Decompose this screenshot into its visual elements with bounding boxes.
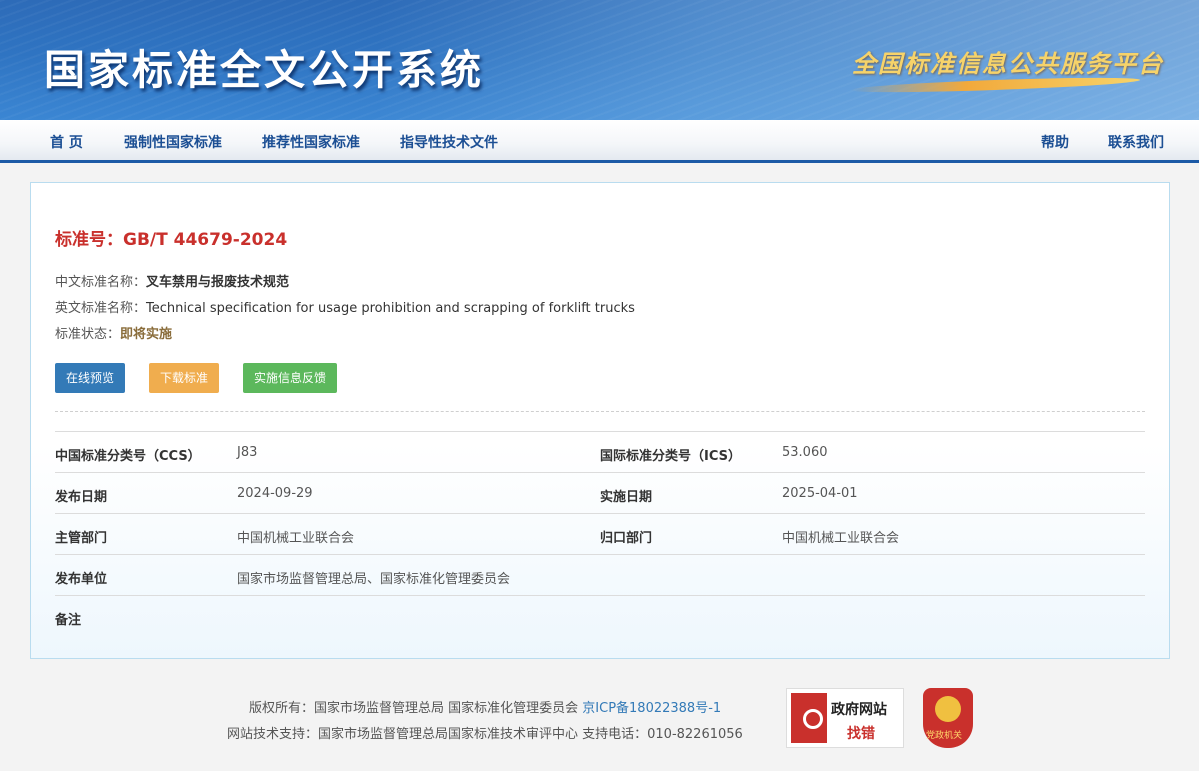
- section-divider: [55, 411, 1145, 412]
- footer-copyright: 版权所有：国家市场监督管理总局 国家标准化管理委员会 京ICP备18022388…: [249, 697, 721, 716]
- issuer-value: 国家市场监督管理总局、国家标准化管理委员会: [237, 572, 511, 587]
- platform-title[interactable]: 全国标准信息公共服务平台: [852, 44, 1164, 79]
- party-government-badge[interactable]: 党政机关: [923, 688, 973, 748]
- implementation-date-value: 2025-04-01: [782, 486, 858, 501]
- competent-dept-value: 中国机械工业联合会: [237, 531, 355, 546]
- nav-guidance-documents[interactable]: 指导性技术文件: [400, 132, 498, 152]
- status-label: 标准状态：: [55, 327, 121, 342]
- icp-link[interactable]: 京ICP备18022388号-1: [582, 701, 721, 716]
- publish-date-value: 2024-09-29: [237, 486, 313, 501]
- nav-help[interactable]: 帮助: [1041, 132, 1069, 152]
- copyright-text: 版权所有：国家市场监督管理总局 国家标准化管理委员会: [249, 701, 579, 716]
- ics-label: 国际标准分类号（ICS）: [600, 449, 741, 464]
- gov-badge-title: 政府网站: [831, 702, 887, 718]
- nav-mandatory-standards[interactable]: 强制性国家标准: [124, 132, 222, 152]
- ccs-value: J83: [237, 445, 258, 460]
- site-title: 国家标准全文公开系统: [44, 46, 484, 94]
- issuer-label: 发布单位: [55, 572, 108, 587]
- implementation-feedback-button[interactable]: 实施信息反馈: [243, 363, 338, 393]
- footer-support: 网站技术支持：国家市场监督管理总局国家标准技术审评中心 支持电话：010-822…: [227, 727, 743, 742]
- detail-table: 中国标准分类号（CCS） J83 国际标准分类号（ICS） 53.060 发布日…: [55, 431, 1145, 636]
- magnifier-icon: [791, 693, 827, 743]
- cn-name-value: 叉车禁用与报废技术规范: [146, 275, 290, 290]
- cn-name-label: 中文标准名称：: [55, 275, 147, 290]
- emblem-icon: [935, 696, 961, 722]
- status-line: 标准状态：即将实施: [55, 323, 172, 342]
- cn-name-line: 中文标准名称：叉车禁用与报废技术规范: [55, 271, 289, 290]
- ccs-label: 中国标准分类号（CCS）: [55, 449, 201, 464]
- standard-number-heading: 标准号：GB/T 44679-2024: [55, 225, 287, 250]
- download-standard-button[interactable]: 下载标准: [149, 363, 220, 393]
- table-row: 备注: [55, 596, 1145, 636]
- standard-number-label: 标准号：: [55, 230, 123, 250]
- competent-dept-label: 主管部门: [55, 531, 108, 546]
- publish-date-label: 发布日期: [55, 490, 108, 505]
- centralized-dept-label: 归口部门: [600, 531, 653, 546]
- party-badge-label: 党政机关: [926, 731, 963, 741]
- table-row: 中国标准分类号（CCS） J83 国际标准分类号（ICS） 53.060: [55, 432, 1145, 473]
- main-nav: 首 页 强制性国家标准 推荐性国家标准 指导性技术文件 帮助 联系我们: [0, 120, 1199, 163]
- online-preview-button[interactable]: 在线预览: [55, 363, 126, 393]
- status-value: 即将实施: [120, 327, 173, 342]
- en-name-line: 英文标准名称：Technical specification for usage…: [55, 297, 635, 316]
- gov-site-error-report-badge[interactable]: 政府网站 找错: [786, 688, 904, 748]
- table-row: 主管部门 中国机械工业联合会 归口部门 中国机械工业联合会: [55, 514, 1145, 555]
- centralized-dept-value: 中国机械工业联合会: [782, 531, 900, 546]
- standard-number: GB/T 44679-2024: [123, 230, 288, 250]
- table-row: 发布日期 2024-09-29 实施日期 2025-04-01: [55, 473, 1145, 514]
- standard-detail-card: 标准号：GB/T 44679-2024 中文标准名称：叉车禁用与报废技术规范 英…: [30, 182, 1170, 659]
- remarks-label: 备注: [55, 613, 82, 628]
- implementation-date-label: 实施日期: [600, 490, 653, 505]
- header-banner: 国家标准全文公开系统 全国标准信息公共服务平台: [0, 0, 1199, 120]
- nav-home[interactable]: 首 页: [50, 132, 83, 152]
- table-row: 发布单位 国家市场监督管理总局、国家标准化管理委员会: [55, 555, 1145, 596]
- en-name-value: Technical specification for usage prohib…: [146, 301, 635, 316]
- en-name-label: 英文标准名称：: [55, 301, 147, 316]
- gov-badge-subtitle: 找错: [847, 726, 875, 742]
- nav-recommended-standards[interactable]: 推荐性国家标准: [262, 132, 360, 152]
- nav-contact[interactable]: 联系我们: [1108, 132, 1164, 152]
- ics-value: 53.060: [782, 445, 828, 460]
